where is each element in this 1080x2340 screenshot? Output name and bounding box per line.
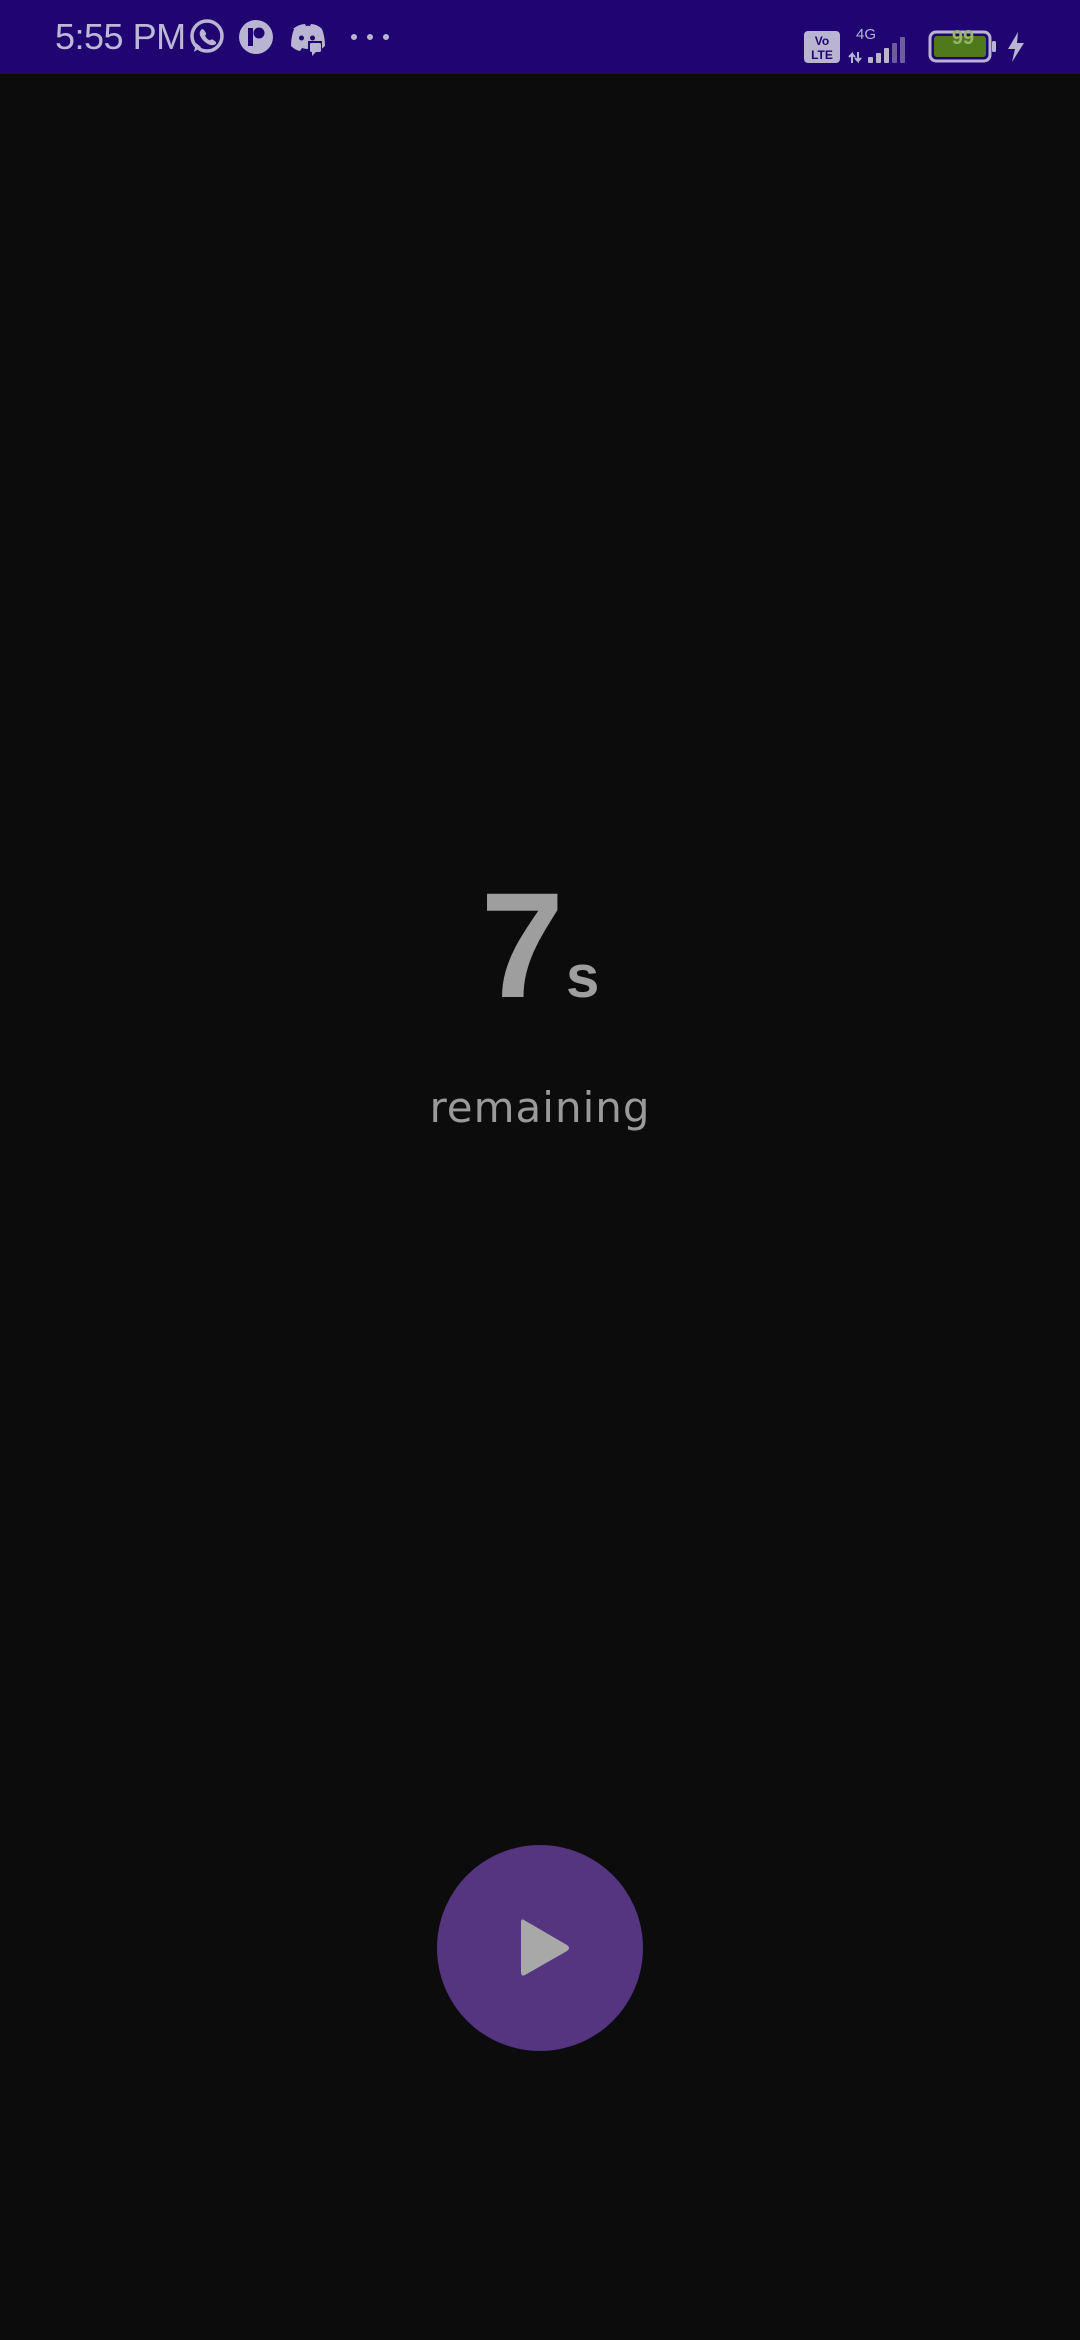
svg-text:Vo: Vo [815,34,829,48]
app-r-icon [239,20,273,54]
charging-icon [1008,32,1024,62]
countdown-display: 7s [0,870,1080,1020]
play-icon [521,1919,569,1976]
countdown-unit: s [566,943,600,1010]
play-button[interactable] [437,1845,643,2051]
discord-icon [291,24,325,56]
remaining-label: remaining [429,1083,651,1132]
battery-level-text: 99 [951,27,975,49]
volte-icon: Vo LTE [804,31,840,63]
status-time: 5:55 PM [55,16,186,57]
more-dots-icon [351,34,389,40]
whatsapp-icon [190,19,224,53]
status-bar: 5:55 PM Vo LTE 4G 99 [0,0,1080,74]
signal-icon [848,37,905,64]
countdown-value: 7 [480,861,565,1029]
svg-text:LTE: LTE [811,48,833,62]
